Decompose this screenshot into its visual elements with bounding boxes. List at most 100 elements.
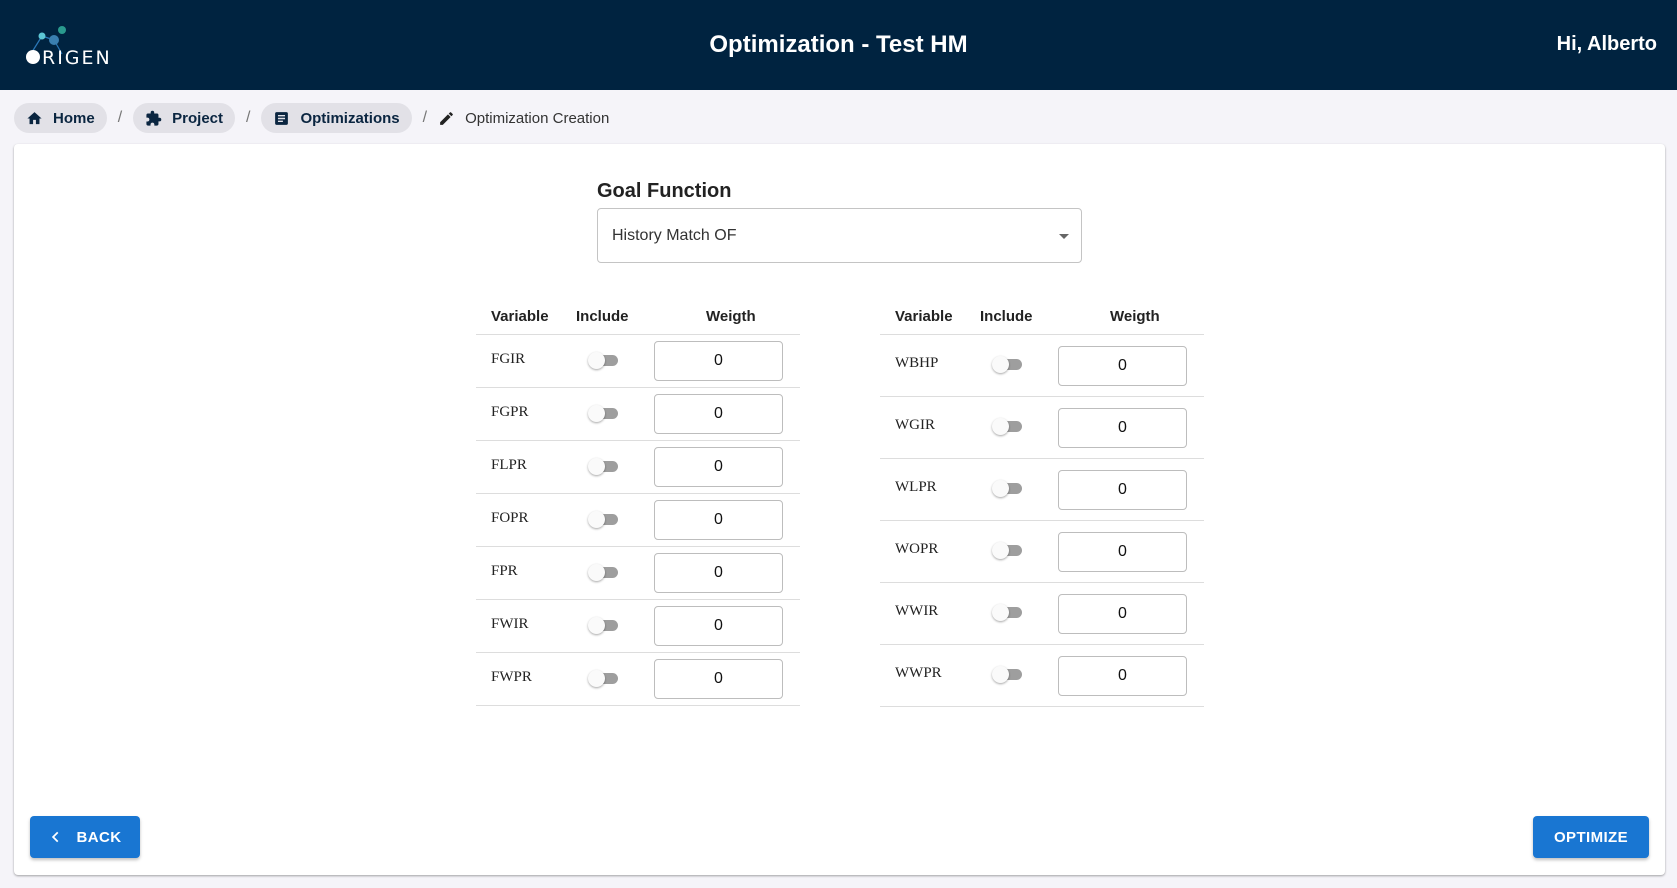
weight-input[interactable] bbox=[654, 553, 783, 593]
toggle-thumb bbox=[992, 604, 1009, 621]
weight-input[interactable] bbox=[654, 341, 783, 381]
field-variables-table: Variable Include Weigth FGIR FGPR FLPR FOPR… bbox=[476, 296, 800, 706]
variable-name: FWPR bbox=[491, 669, 532, 685]
table-row: FOPR bbox=[476, 494, 800, 547]
weight-input[interactable] bbox=[654, 659, 783, 699]
table-row: FPR bbox=[476, 547, 800, 600]
weight-input[interactable] bbox=[1058, 470, 1187, 510]
breadcrumb-separator: / bbox=[422, 109, 428, 126]
weight-input[interactable] bbox=[1058, 346, 1187, 386]
header-variable: Variable bbox=[491, 308, 549, 325]
variable-name: FPR bbox=[491, 563, 518, 579]
toggle-thumb bbox=[992, 666, 1009, 683]
dropdown-caret-icon bbox=[1059, 234, 1069, 239]
include-toggle[interactable] bbox=[588, 617, 618, 634]
toggle-thumb bbox=[588, 458, 605, 475]
include-toggle[interactable] bbox=[588, 458, 618, 475]
include-toggle[interactable] bbox=[992, 480, 1022, 497]
weight-input[interactable] bbox=[1058, 656, 1187, 696]
toggle-thumb bbox=[588, 564, 605, 581]
user-greeting[interactable]: Hi, Alberto bbox=[1557, 33, 1657, 56]
chevron-left-icon bbox=[51, 831, 58, 843]
breadcrumb-separator: / bbox=[117, 109, 123, 126]
optimize-button[interactable]: OPTIMIZE bbox=[1533, 816, 1649, 858]
goal-function-value: History Match OF bbox=[612, 227, 737, 244]
weight-input[interactable] bbox=[654, 606, 783, 646]
variable-name: FWIR bbox=[491, 616, 529, 632]
variable-name: FGIR bbox=[491, 351, 526, 367]
breadcrumb-current-label: Optimization Creation bbox=[465, 109, 610, 127]
toggle-thumb bbox=[588, 511, 605, 528]
variable-name: WLPR bbox=[895, 479, 937, 495]
variable-name: FGPR bbox=[491, 404, 529, 420]
toggle-thumb bbox=[992, 542, 1009, 559]
include-toggle[interactable] bbox=[588, 670, 618, 687]
weight-input[interactable] bbox=[654, 500, 783, 540]
variable-name: WBHP bbox=[895, 355, 939, 371]
back-button-label: BACK bbox=[76, 828, 122, 846]
include-toggle[interactable] bbox=[588, 511, 618, 528]
breadcrumb-optimizations[interactable]: Optimizations bbox=[261, 103, 412, 133]
breadcrumb-optimizations-label: Optimizations bbox=[300, 109, 400, 127]
table-row: FWPR bbox=[476, 653, 800, 706]
table-header: Variable Include Weigth bbox=[476, 296, 800, 335]
include-toggle[interactable] bbox=[992, 418, 1022, 435]
variable-name: WWIR bbox=[895, 603, 939, 619]
toggle-thumb bbox=[992, 480, 1009, 497]
table-row: FWIR bbox=[476, 600, 800, 653]
weight-input[interactable] bbox=[654, 394, 783, 434]
puzzle-icon bbox=[146, 110, 162, 126]
table-row: WWPR bbox=[880, 645, 1204, 707]
page-title: Optimization - Test HM bbox=[709, 31, 968, 58]
optimization-form-card: Goal Function History Match OF Variable … bbox=[14, 144, 1665, 875]
include-toggle[interactable] bbox=[992, 666, 1022, 683]
header-weight: Weigth bbox=[1110, 308, 1160, 325]
breadcrumb-project-label: Project bbox=[172, 109, 223, 127]
weight-input[interactable] bbox=[1058, 532, 1187, 572]
weight-input[interactable] bbox=[1058, 408, 1187, 448]
toggle-thumb bbox=[992, 418, 1009, 435]
header-include: Include bbox=[980, 308, 1033, 325]
toggle-thumb bbox=[992, 356, 1009, 373]
header-variable: Variable bbox=[895, 308, 953, 325]
include-toggle[interactable] bbox=[588, 564, 618, 581]
table-row: WLPR bbox=[880, 459, 1204, 521]
variable-name: FOPR bbox=[491, 510, 529, 526]
pencil-icon bbox=[440, 111, 453, 125]
back-button[interactable]: BACK bbox=[30, 816, 140, 858]
table-row: FGIR bbox=[476, 335, 800, 388]
include-toggle[interactable] bbox=[588, 352, 618, 369]
include-toggle[interactable] bbox=[992, 356, 1022, 373]
header-include: Include bbox=[576, 308, 629, 325]
table-row: WWIR bbox=[880, 583, 1204, 645]
include-toggle[interactable] bbox=[588, 405, 618, 422]
goal-function-select[interactable]: History Match OF bbox=[597, 208, 1082, 263]
breadcrumb: Home / Project / Optimizations / Optimiz… bbox=[14, 103, 609, 133]
table-row: FGPR bbox=[476, 388, 800, 441]
variable-name: FLPR bbox=[491, 457, 527, 473]
goal-function-label: Goal Function bbox=[597, 180, 732, 202]
well-variables-table: Variable Include Weigth WBHP WGIR WLPR WOPR… bbox=[880, 296, 1204, 707]
home-icon bbox=[27, 111, 42, 124]
breadcrumb-project[interactable]: Project bbox=[133, 103, 235, 133]
table-row: FLPR bbox=[476, 441, 800, 494]
breadcrumb-home[interactable]: Home bbox=[14, 103, 107, 133]
table-row: WGIR bbox=[880, 397, 1204, 459]
include-toggle[interactable] bbox=[992, 542, 1022, 559]
include-toggle[interactable] bbox=[992, 604, 1022, 621]
weight-input[interactable] bbox=[1058, 594, 1187, 634]
breadcrumb-separator: / bbox=[246, 109, 251, 126]
header-weight: Weigth bbox=[706, 308, 756, 325]
breadcrumb-home-label: Home bbox=[53, 109, 95, 127]
variable-name: WGIR bbox=[895, 417, 935, 433]
weight-input[interactable] bbox=[654, 447, 783, 487]
toggle-thumb bbox=[588, 352, 605, 369]
toggle-thumb bbox=[588, 670, 605, 687]
toggle-thumb bbox=[588, 617, 605, 634]
table-header: Variable Include Weigth bbox=[880, 296, 1204, 335]
breadcrumb-current: Optimization Creation bbox=[438, 110, 609, 127]
table-row: WBHP bbox=[880, 335, 1204, 397]
document-icon bbox=[275, 111, 289, 125]
variable-name: WWPR bbox=[895, 665, 942, 681]
variable-name: WOPR bbox=[895, 541, 939, 557]
